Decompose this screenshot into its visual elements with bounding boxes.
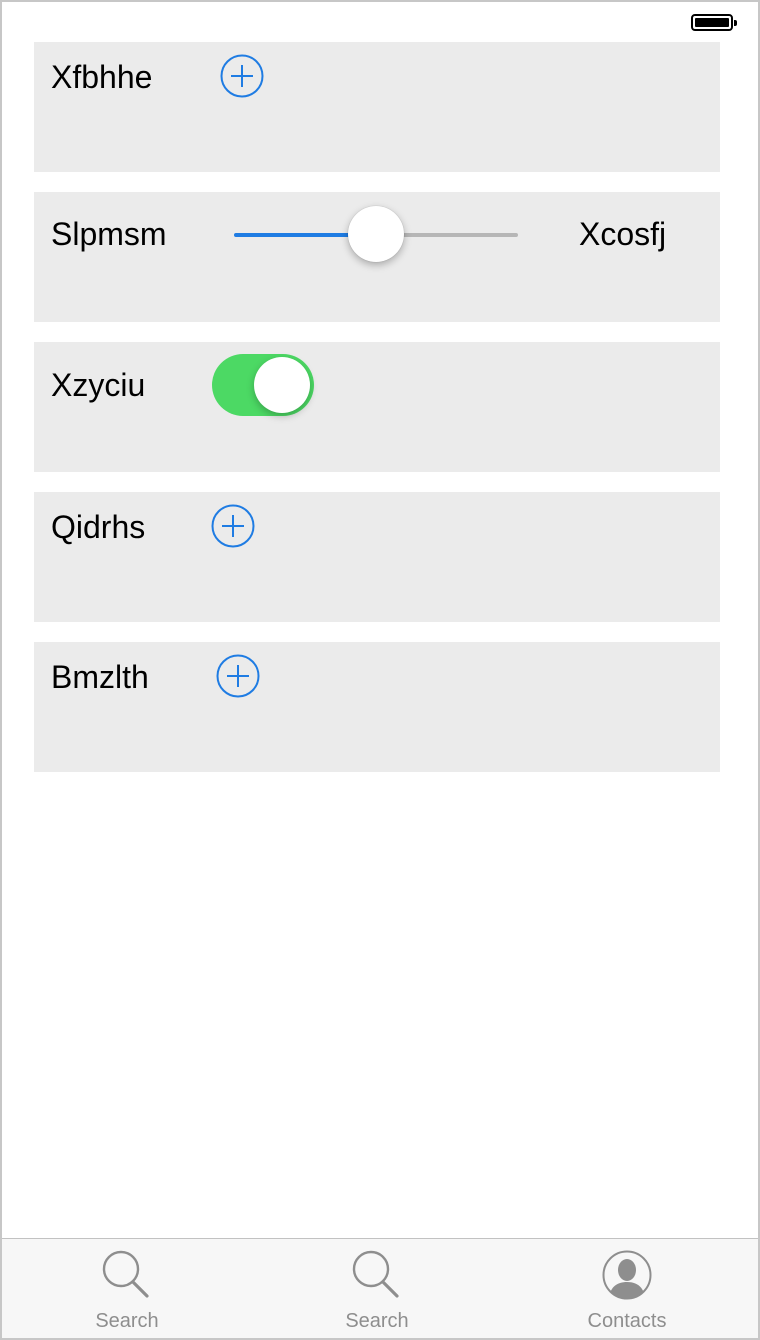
plus-circle-icon[interactable]	[211, 504, 255, 548]
row-xzyciu: Xzyciu	[34, 342, 720, 472]
battery-icon	[691, 14, 737, 31]
plus-circle-icon[interactable]	[216, 654, 260, 698]
battery-tip	[734, 20, 737, 26]
battery-level	[695, 18, 729, 27]
tab-label: Search	[345, 1310, 409, 1332]
row-label: Slpmsm	[51, 216, 167, 252]
tab-bar: Search Search Contacts	[2, 1238, 758, 1338]
search-icon	[349, 1249, 405, 1301]
tab-search-1[interactable]: Search	[2, 1239, 252, 1338]
row-label: Xfbhhe	[51, 59, 153, 95]
toggle-knob	[254, 357, 310, 413]
plus-circle-icon[interactable]	[220, 54, 264, 98]
row-xfbhhe: Xfbhhe	[34, 42, 720, 172]
row-label: Qidrhs	[51, 509, 146, 545]
app-screen: Xfbhhe Slpmsm Xcosfj Xzyciu Qidrhs Bmzlt…	[0, 0, 760, 1340]
row-label: Bmzlth	[51, 659, 149, 695]
row-qidrhs: Qidrhs	[34, 492, 720, 622]
tab-label: Search	[95, 1310, 159, 1332]
row-slpmsm: Slpmsm Xcosfj	[34, 192, 720, 322]
row-label: Xzyciu	[51, 367, 146, 403]
slider-right-label: Xcosfj	[579, 216, 667, 252]
tab-search-2[interactable]: Search	[252, 1239, 502, 1338]
tab-contacts[interactable]: Contacts	[502, 1239, 752, 1338]
slider-thumb[interactable]	[348, 206, 404, 262]
row-bmzlth: Bmzlth	[34, 642, 720, 772]
contact-avatar-icon	[599, 1249, 655, 1301]
toggle-switch[interactable]	[212, 354, 314, 416]
search-icon	[99, 1249, 155, 1301]
tab-label: Contacts	[587, 1310, 667, 1332]
